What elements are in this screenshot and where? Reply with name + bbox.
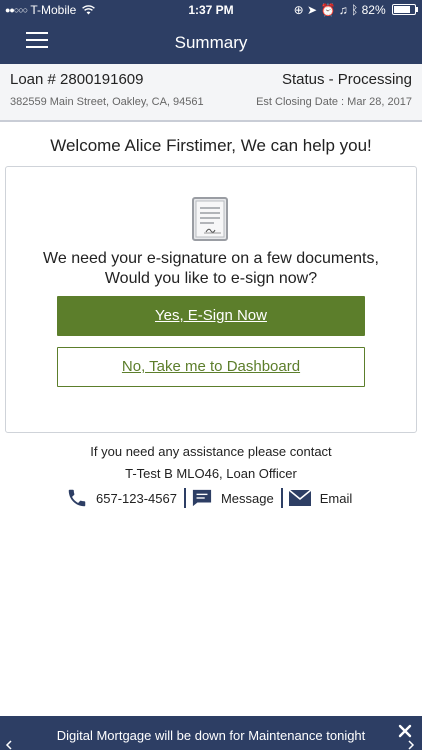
- email-label: Email: [319, 490, 353, 506]
- summary-screen: ●●○○○ T-Mobile 1:37 PM ⊕ ➤ ⏰ ♫ ᛒ 82% Sum…: [0, 0, 422, 750]
- maintenance-banner: Digital Mortgage will be down for Mainte…: [0, 716, 422, 750]
- esign-now-button[interactable]: Yes, E-Sign Now: [57, 296, 365, 336]
- loan-status: Status - Processing: [281, 71, 412, 88]
- phone-icon: [68, 489, 86, 507]
- email-button[interactable]: Email: [288, 489, 353, 507]
- bluetooth-icon: ᛒ: [351, 3, 359, 17]
- battery-percent: 82%: [361, 3, 386, 17]
- message-icon: [192, 489, 212, 507]
- status-bar: ●●○○○ T-Mobile 1:37 PM ⊕ ➤ ⏰ ♫ ᛒ 82%: [0, 0, 422, 20]
- contact-options: 657-123-4567 Message Email: [66, 486, 352, 510]
- location-icon: ➤: [307, 3, 318, 17]
- headphones-icon: ♫: [338, 3, 348, 17]
- battery-icon: [392, 4, 418, 15]
- alarm-icon: ⏰: [320, 3, 336, 17]
- banner-message: Digital Mortgage will be down for Mainte…: [56, 728, 366, 743]
- document-signature-icon: [192, 197, 228, 241]
- top-bar: ●●○○○ T-Mobile 1:37 PM ⊕ ➤ ⏰ ♫ ᛒ 82% Sum…: [0, 0, 422, 64]
- esign-card: We need your e-signature on a few docume…: [5, 166, 417, 433]
- lock-rotation-icon: ⊕: [293, 3, 304, 17]
- divider: [280, 488, 283, 508]
- message-label: Message: [220, 490, 274, 506]
- closing-date: Est Closing Date : Mar 28, 2017: [256, 96, 412, 108]
- property-address: 382559 Main Street, Oakley, CA, 94561: [10, 96, 204, 108]
- go-to-dashboard-button[interactable]: No, Take me to Dashboard: [57, 347, 365, 387]
- welcome-message: Welcome Alice Firstimer, We can help you…: [50, 136, 372, 155]
- esign-message: We need your e-signature on a few docume…: [43, 250, 379, 287]
- battery-level: [394, 6, 411, 13]
- divider: [183, 488, 186, 508]
- phone-number: 657-123-4567: [96, 490, 177, 506]
- email-icon: [288, 489, 312, 506]
- loan-number: Loan # 2800191609: [10, 71, 144, 88]
- system-indicators: ⊕ ➤ ⏰ ♫ ᛒ 82%: [293, 0, 418, 20]
- message-button[interactable]: Message: [191, 488, 274, 508]
- chevron-right-icon[interactable]: [406, 740, 416, 750]
- loan-officer-name: T-Test B MLO46, Loan Officer: [125, 466, 297, 481]
- page-title: Summary: [174, 33, 248, 52]
- assistance-text: If you need any assistance please contac…: [90, 444, 332, 459]
- close-icon[interactable]: [397, 723, 413, 739]
- loan-summary: Loan # 2800191609 Status - Processing 38…: [0, 64, 422, 122]
- call-button[interactable]: 657-123-4567: [66, 487, 177, 509]
